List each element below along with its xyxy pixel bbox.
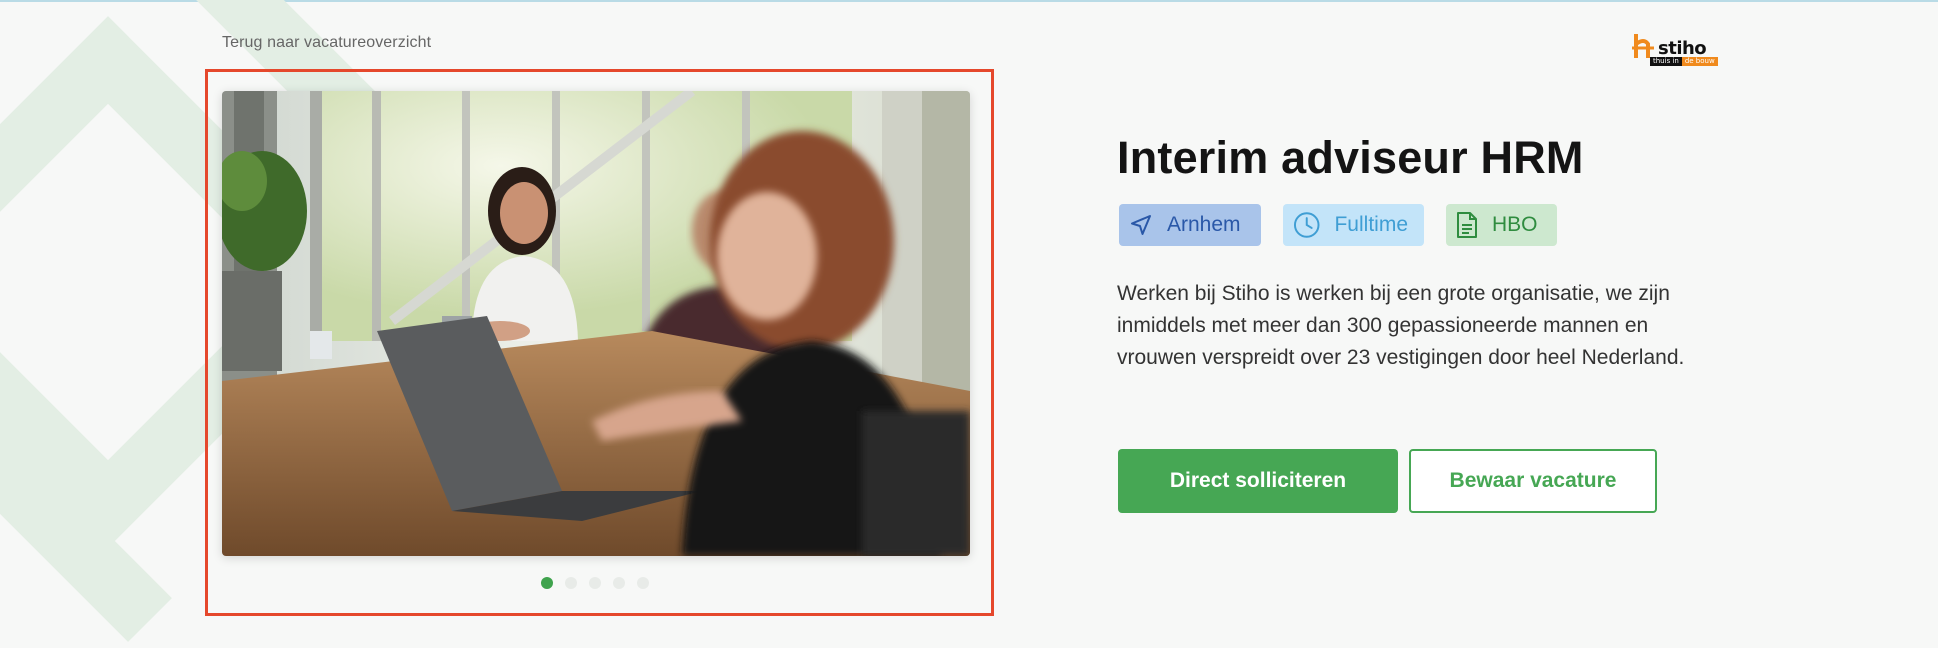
office-meeting-image (222, 91, 970, 556)
logo-wordmark: stiho (1658, 38, 1707, 59)
stiho-logo[interactable]: stiho thuis in de bouw (1632, 30, 1718, 70)
gallery-pagination (541, 577, 649, 589)
gallery-dot-1[interactable] (541, 577, 553, 589)
clock-icon (1293, 212, 1320, 238)
logo-tagline: thuis in de bouw (1650, 57, 1718, 66)
location-tag: Arnhem (1119, 204, 1261, 246)
hours-label: Fulltime (1334, 213, 1408, 236)
navigation-arrow-icon (1131, 215, 1151, 235)
gallery-dot-4[interactable] (613, 577, 625, 589)
save-vacancy-button[interactable]: Bewaar vacature (1409, 449, 1657, 513)
gallery-dot-3[interactable] (589, 577, 601, 589)
hours-tag: Fulltime (1283, 204, 1424, 246)
document-icon (1457, 212, 1477, 238)
education-label: HBO (1492, 213, 1538, 236)
job-title: Interim adviseur HRM (1117, 132, 1584, 183)
stiho-logo-mark-icon (1632, 34, 1654, 58)
location-label: Arnhem (1167, 213, 1241, 236)
education-tag: HBO (1446, 204, 1557, 246)
top-rule (0, 0, 1938, 2)
gallery-dot-5[interactable] (637, 577, 649, 589)
job-tags: Arnhem Fulltime HBO (1119, 204, 1557, 246)
back-to-vacancies-link[interactable]: Terug naar vacatureoverzicht (222, 34, 431, 52)
job-intro-text: Werken bij Stiho is werken bij een grote… (1117, 282, 1685, 369)
job-photo[interactable] (222, 91, 970, 556)
gallery-dot-2[interactable] (565, 577, 577, 589)
apply-button[interactable]: Direct solliciteren (1118, 449, 1398, 513)
